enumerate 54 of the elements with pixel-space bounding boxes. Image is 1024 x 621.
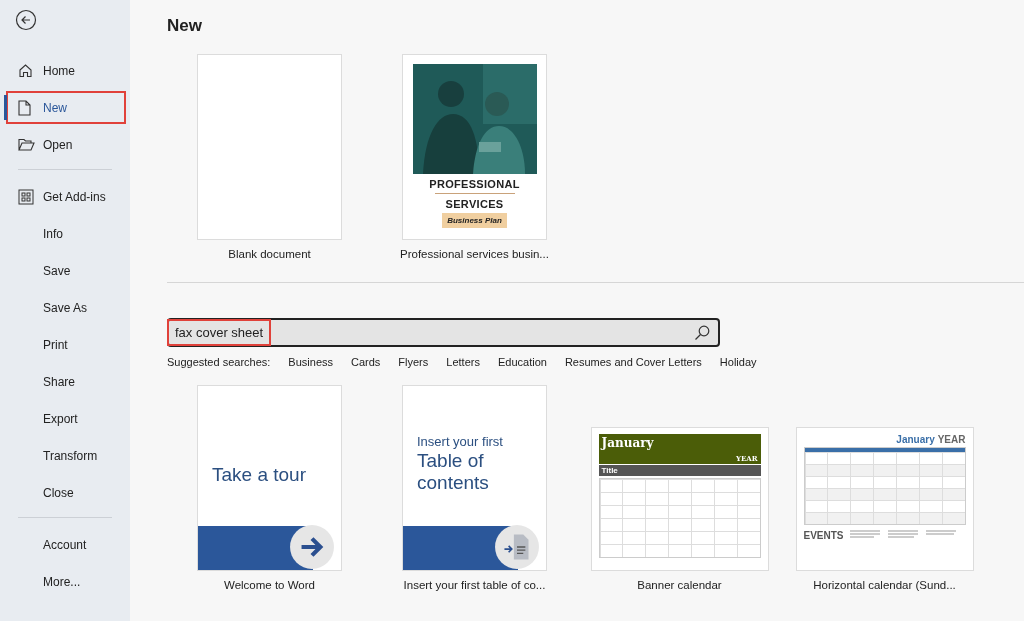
- sidebar-item[interactable]: Open: [6, 128, 126, 161]
- thumbnail-text: Table of contents: [417, 450, 490, 494]
- grid-icon: [18, 188, 34, 205]
- thumbnail-text: Take a tour: [212, 464, 306, 486]
- template-label: Horizontal calendar (Sund...: [813, 579, 956, 591]
- sidebar-item[interactable]: Save As: [6, 291, 126, 324]
- search-icon[interactable]: [694, 324, 710, 341]
- cover-title: SERVICES: [445, 198, 504, 210]
- sidebar-item[interactable]: Export: [6, 402, 126, 435]
- suggested-search-link[interactable]: Resumes and Cover Letters: [564, 356, 702, 368]
- template-thumbnail[interactable]: Insert your first Table of contents: [402, 385, 547, 571]
- thumbnail-text: January: [896, 434, 935, 445]
- search-value: fax cover sheet: [167, 319, 272, 346]
- suggested-search-link[interactable]: Business: [288, 356, 333, 368]
- sidebar-item[interactable]: Info: [6, 217, 126, 250]
- suggested-search-link[interactable]: Cards: [351, 356, 381, 368]
- template-label: Insert your first table of co...: [403, 579, 546, 591]
- suggested-searches-label: Suggested searches:: [167, 356, 271, 368]
- suggested-search-link[interactable]: Holiday: [719, 356, 757, 368]
- sidebar-item[interactable]: New: [6, 91, 126, 124]
- cover-tag: Business Plan: [442, 213, 507, 228]
- sidebar-item[interactable]: More...: [6, 565, 126, 598]
- suggested-search-link[interactable]: Flyers: [398, 356, 429, 368]
- template-thumbnail[interactable]: January YEAR EVENTS: [795, 427, 974, 571]
- thumbnail-text: YEAR: [937, 434, 966, 445]
- page-title: New: [167, 16, 203, 36]
- template-label: Professional services busin...: [400, 248, 549, 260]
- sidebar-item[interactable]: Account: [6, 528, 126, 561]
- sidebar-item[interactable]: Share: [6, 365, 126, 398]
- back-button[interactable]: [14, 8, 38, 32]
- sidebar-item[interactable]: Close: [6, 476, 126, 509]
- search-field[interactable]: fax cover sheet: [167, 318, 720, 347]
- sidebar-item[interactable]: Save: [6, 254, 126, 287]
- cover-title: PROFESSIONAL: [429, 178, 520, 190]
- document-icon: [18, 99, 31, 116]
- template-thumbnail[interactable]: PROFESSIONAL SERVICES Business Plan: [402, 54, 547, 240]
- home-icon: [18, 63, 33, 78]
- suggested-search-link[interactable]: Education: [497, 356, 547, 368]
- sidebar-item[interactable]: Print: [6, 328, 126, 361]
- blank-document-thumbnail[interactable]: [197, 54, 342, 240]
- sidebar-item[interactable]: Get Add-ins: [6, 180, 126, 213]
- thumbnail-text: Insert your first: [417, 434, 503, 449]
- sidebar-item[interactable]: Home: [6, 54, 126, 87]
- thumbnail-text: Title: [601, 466, 618, 475]
- template-label: Blank document: [228, 248, 311, 260]
- thumbnail-text: EVENTS: [803, 529, 844, 541]
- thumbnail-text: January: [601, 436, 654, 450]
- document-icon: [494, 524, 540, 570]
- template-label: Welcome to Word: [224, 579, 315, 591]
- suggested-search-link[interactable]: Letters: [446, 356, 480, 368]
- sidebar-item[interactable]: Transform: [6, 439, 126, 472]
- template-thumbnail[interactable]: Take a tour: [197, 385, 342, 571]
- folder-icon: [18, 138, 35, 151]
- template-label: Banner calendar: [637, 579, 722, 591]
